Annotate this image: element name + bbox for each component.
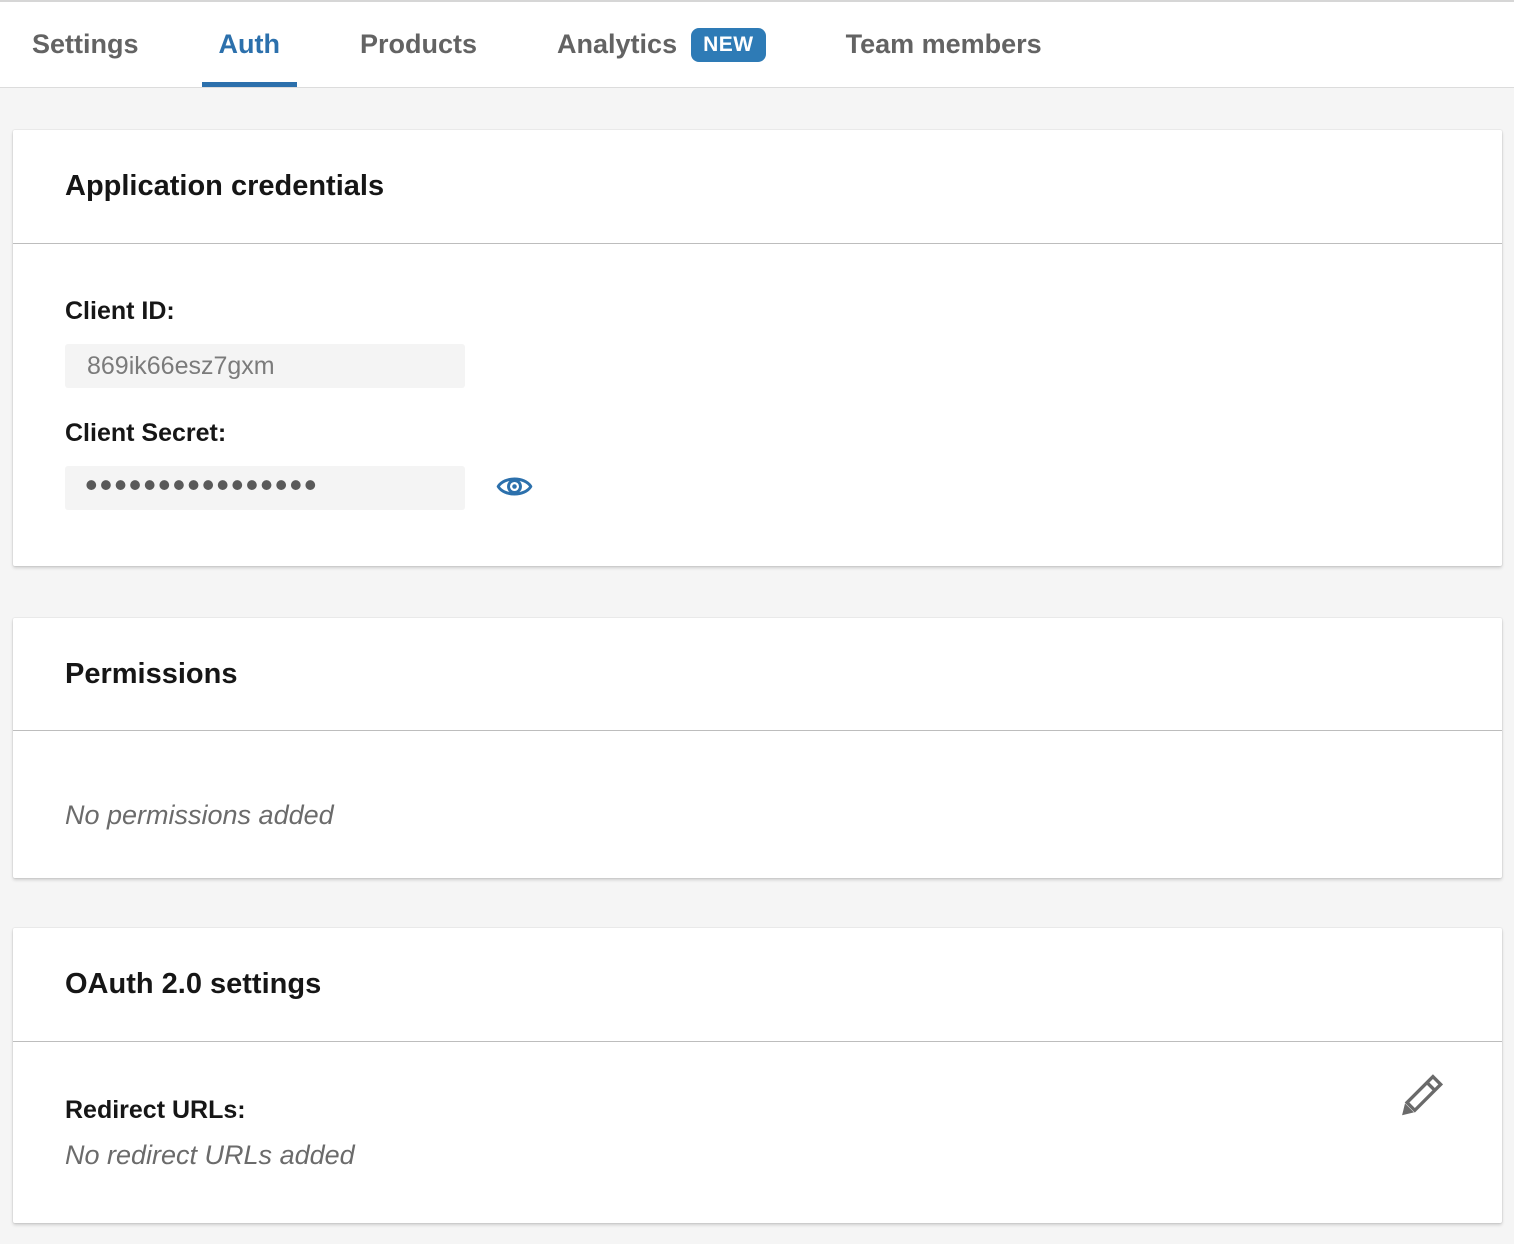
tab-auth-label: Auth	[219, 29, 280, 60]
client-id-value[interactable]: 869ik66esz7gxm	[65, 344, 465, 388]
show-client-secret-button[interactable]	[495, 469, 533, 507]
eye-icon	[496, 472, 533, 504]
no-redirect-urls-text: No redirect URLs added	[65, 1139, 1502, 1171]
oauth-settings-header: OAuth 2.0 settings	[13, 928, 1502, 1042]
tab-bar: Settings Auth Products Analytics NEW Tea…	[0, 0, 1514, 88]
tab-team-members-label: Team members	[846, 29, 1042, 60]
client-id-label: Client ID:	[65, 296, 1502, 326]
permissions-header: Permissions	[13, 618, 1502, 731]
edit-redirect-urls-button[interactable]	[1396, 1074, 1444, 1122]
oauth-settings-title: OAuth 2.0 settings	[65, 968, 321, 1001]
spacer	[0, 878, 1514, 928]
no-permissions-text: No permissions added	[65, 799, 1502, 831]
tab-products[interactable]: Products	[343, 2, 494, 87]
application-credentials-body: Client ID: 869ik66esz7gxm Client Secret:…	[13, 244, 1502, 566]
client-id-text: 869ik66esz7gxm	[87, 352, 275, 381]
tab-settings[interactable]: Settings	[15, 2, 156, 87]
permissions-title: Permissions	[65, 658, 237, 691]
oauth-settings-card: OAuth 2.0 settings Redirect URLs: No red…	[13, 928, 1502, 1223]
tab-team-members[interactable]: Team members	[829, 2, 1059, 87]
tab-products-label: Products	[360, 29, 477, 60]
application-credentials-card: Application credentials Client ID: 869ik…	[13, 130, 1502, 566]
new-badge: NEW	[691, 28, 766, 62]
application-credentials-header: Application credentials	[13, 130, 1502, 244]
client-secret-row: ••••••••••••••••	[65, 448, 1502, 510]
client-secret-label: Client Secret:	[65, 418, 1502, 448]
redirect-urls-label: Redirect URLs:	[65, 1095, 1502, 1125]
tab-settings-label: Settings	[32, 29, 139, 60]
spacer	[0, 566, 1514, 618]
client-secret-value[interactable]: ••••••••••••••••	[65, 466, 465, 510]
tab-analytics[interactable]: Analytics NEW	[540, 2, 783, 87]
client-secret-masked-text: ••••••••••••••••	[85, 467, 319, 503]
spacer	[0, 1223, 1514, 1235]
permissions-card: Permissions No permissions added	[13, 618, 1502, 878]
application-credentials-title: Application credentials	[65, 170, 384, 203]
tab-auth[interactable]: Auth	[202, 2, 297, 87]
tab-analytics-label: Analytics	[557, 29, 677, 60]
pencil-icon	[1397, 1074, 1443, 1123]
auth-page: Application credentials Client ID: 869ik…	[0, 88, 1514, 1235]
oauth-settings-body: Redirect URLs: No redirect URLs added	[13, 1042, 1502, 1223]
permissions-body: No permissions added	[13, 731, 1502, 878]
